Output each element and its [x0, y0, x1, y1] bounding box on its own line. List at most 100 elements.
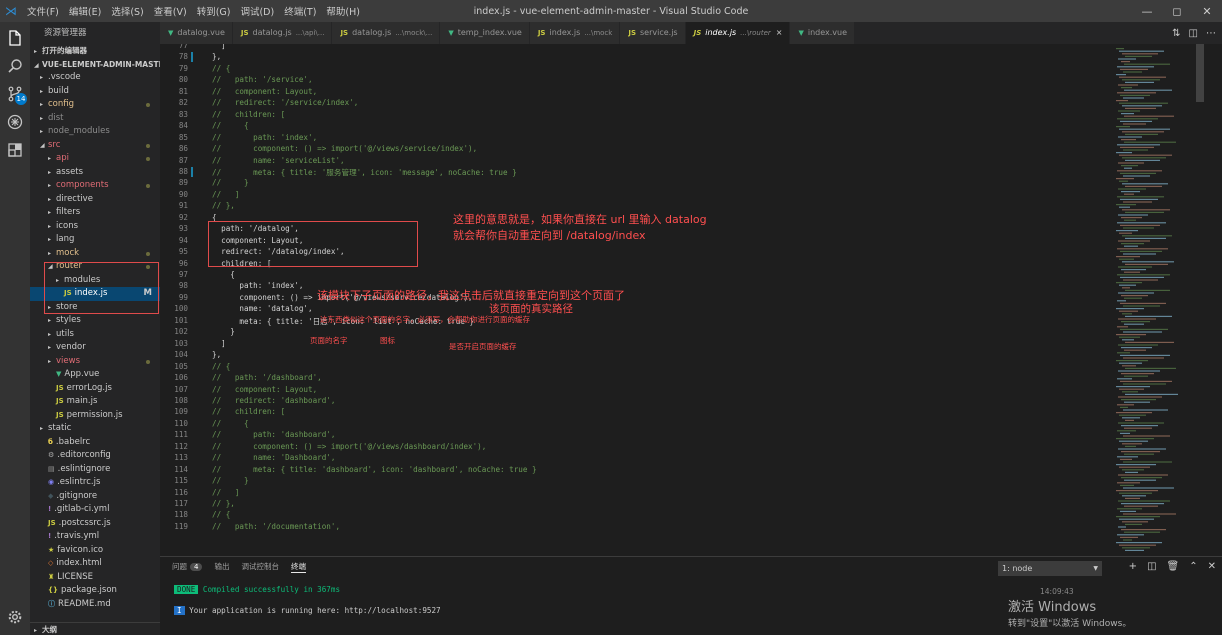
maximize-button[interactable]: ◻: [1162, 0, 1192, 22]
debug-icon[interactable]: [0, 108, 30, 136]
tree-item[interactable]: ▸ lang: [30, 233, 160, 247]
explorer-icon[interactable]: [0, 24, 30, 52]
tree-item[interactable]: ! .gitlab-ci.yml: [30, 503, 160, 517]
editor-tab[interactable]: JS datalog.js ...\mock\...: [332, 22, 441, 44]
tree-item-label: LICENSE: [57, 571, 93, 582]
outline-section[interactable]: ▸ 大纲: [30, 621, 160, 635]
scrollbar-thumb[interactable]: [1196, 44, 1204, 102]
tree-item[interactable]: ▸ static: [30, 422, 160, 436]
chevron-down-icon: ◢: [40, 141, 45, 149]
tree-item[interactable]: ! .travis.yml: [30, 530, 160, 544]
line-number: 107: [174, 384, 188, 394]
tree-item[interactable]: ▸ utils: [30, 328, 160, 342]
menu-help[interactable]: 帮助(H): [321, 4, 365, 18]
tree-item[interactable]: ▸ directive: [30, 193, 160, 207]
tree-item[interactable]: JS errorLog.js: [30, 382, 160, 396]
editor-scrollbar[interactable]: [1194, 44, 1206, 556]
tree-item[interactable]: ▸ icons: [30, 220, 160, 234]
tree-item[interactable]: ◢ src: [30, 139, 160, 153]
line-number: 96: [178, 258, 188, 268]
search-icon[interactable]: [0, 52, 30, 80]
tree-item[interactable]: ⚙ .editorconfig: [30, 449, 160, 463]
editor-tab[interactable]: JS index.js ...\mock: [529, 22, 621, 44]
editor-tab[interactable]: JS datalog.js ...\api\...: [232, 22, 333, 44]
minimap[interactable]: [1110, 44, 1190, 556]
tree-item[interactable]: ▸ store: [30, 301, 160, 315]
menu-edit[interactable]: 编辑(E): [64, 4, 106, 18]
tree-item[interactable]: ▸ build: [30, 85, 160, 99]
modified-dot-icon: [146, 251, 150, 256]
tree-item[interactable]: ▤ .eslintignore: [30, 463, 160, 477]
menu-selection[interactable]: 选择(S): [106, 4, 148, 18]
editor-tab[interactable]: JS index.js ...\router ×: [685, 22, 791, 44]
tree-item[interactable]: ▸ mock: [30, 247, 160, 261]
tree-item[interactable]: ▼ App.vue: [30, 368, 160, 382]
tree-item[interactable]: {} package.json: [30, 584, 160, 598]
terminal-select[interactable]: 1: node ▼: [998, 561, 1102, 576]
menu-go[interactable]: 转到(G): [192, 4, 236, 18]
tree-item[interactable]: ⓘ README.md: [30, 598, 160, 612]
tree-item[interactable]: ▸ config: [30, 98, 160, 112]
project-root-section[interactable]: ◢ VUE-ELEMENT-ADMIN-MASTER: [30, 58, 170, 72]
minimap-line: [1118, 344, 1158, 346]
tree-item[interactable]: ▸ .vscode: [30, 71, 160, 85]
tree-item-label: favicon.ico: [57, 544, 104, 555]
panel-tab-debug-console[interactable]: 调试控制台: [241, 561, 279, 573]
tree-item[interactable]: б .babelrc: [30, 436, 160, 450]
tree-item[interactable]: ◢ router: [30, 260, 160, 274]
minimap-line: [1123, 487, 1174, 489]
line-number: 88: [178, 166, 188, 176]
chevron-right-icon: ▸: [40, 425, 44, 432]
open-editors-section[interactable]: ▸ 打开的编辑器: [30, 44, 160, 58]
extensions-icon[interactable]: [0, 136, 30, 164]
close-panel-icon[interactable]: ✕: [1208, 561, 1216, 572]
tree-item[interactable]: ◆ .gitignore: [30, 490, 160, 504]
editor-tab[interactable]: ▼ index.vue: [790, 22, 856, 44]
tree-item[interactable]: ▸ components: [30, 179, 160, 193]
menu-file[interactable]: 文件(F): [22, 4, 64, 18]
panel-tab-terminal[interactable]: 终端: [290, 561, 306, 573]
maximize-panel-icon[interactable]: ⌃: [1189, 561, 1197, 572]
tree-item[interactable]: ▸ filters: [30, 206, 160, 220]
tree-item[interactable]: ▸ views: [30, 355, 160, 369]
compare-icon[interactable]: ⇅: [1172, 28, 1180, 39]
editor-tab[interactable]: ▼ datalog.vue: [160, 22, 233, 44]
editor-tab[interactable]: JS service.js: [620, 22, 686, 44]
tree-item[interactable]: ◇ index.html: [30, 557, 160, 571]
tree-item[interactable]: ▸ dist: [30, 112, 160, 126]
tree-item[interactable]: ▸ styles: [30, 314, 160, 328]
tree-item[interactable]: ▸ modules: [30, 274, 160, 288]
menu-view[interactable]: 查看(V): [149, 4, 192, 18]
close-window-button[interactable]: ✕: [1192, 0, 1222, 22]
code-editor[interactable]: 77 ] 78}, 79 // {80 // path: '/service', 81 //…: [160, 44, 1110, 556]
tree-item[interactable]: ★ favicon.ico: [30, 544, 160, 558]
editor-tab[interactable]: ▼ temp_index.vue: [440, 22, 530, 44]
tree-item[interactable]: ◉ .eslintrc.js: [30, 476, 160, 490]
chevron-right-icon: ▸: [48, 168, 52, 176]
tree-item[interactable]: JS main.js: [30, 395, 160, 409]
tree-item[interactable]: JS .postcssrc.js: [30, 517, 160, 531]
tree-item[interactable]: ▸ api: [30, 152, 160, 166]
split-editor-icon[interactable]: ◫: [1189, 28, 1198, 39]
tree-item[interactable]: JS permission.js: [30, 409, 160, 423]
menu-debug[interactable]: 调试(D): [235, 4, 279, 18]
more-actions-icon[interactable]: ⋯: [1206, 28, 1216, 39]
new-terminal-icon[interactable]: +: [1129, 561, 1137, 572]
tree-item[interactable]: JS index.js M: [30, 287, 160, 301]
source-control-icon[interactable]: 14: [0, 80, 30, 108]
trash-icon[interactable]: 🗑: [1167, 561, 1180, 572]
menu-terminal[interactable]: 终端(T): [279, 4, 321, 18]
panel-tab-output[interactable]: 输出: [214, 561, 229, 573]
tree-item[interactable]: ▸ node_modules: [30, 125, 160, 139]
settings-gear-icon[interactable]: [0, 603, 30, 631]
minimap-line: [1119, 180, 1128, 182]
split-terminal-icon[interactable]: ◫: [1147, 561, 1156, 572]
chevron-right-icon: ▸: [48, 303, 52, 311]
close-tab-icon[interactable]: ×: [776, 22, 783, 44]
minimize-button[interactable]: —: [1132, 0, 1162, 22]
tree-item[interactable]: ♜ LICENSE: [30, 571, 160, 585]
tree-item[interactable]: ▸ vendor: [30, 341, 160, 355]
panel-tab-problems[interactable]: 问题 4: [172, 561, 203, 573]
annotation-icon: 图标: [380, 336, 395, 345]
tree-item[interactable]: ▸ assets: [30, 166, 160, 180]
